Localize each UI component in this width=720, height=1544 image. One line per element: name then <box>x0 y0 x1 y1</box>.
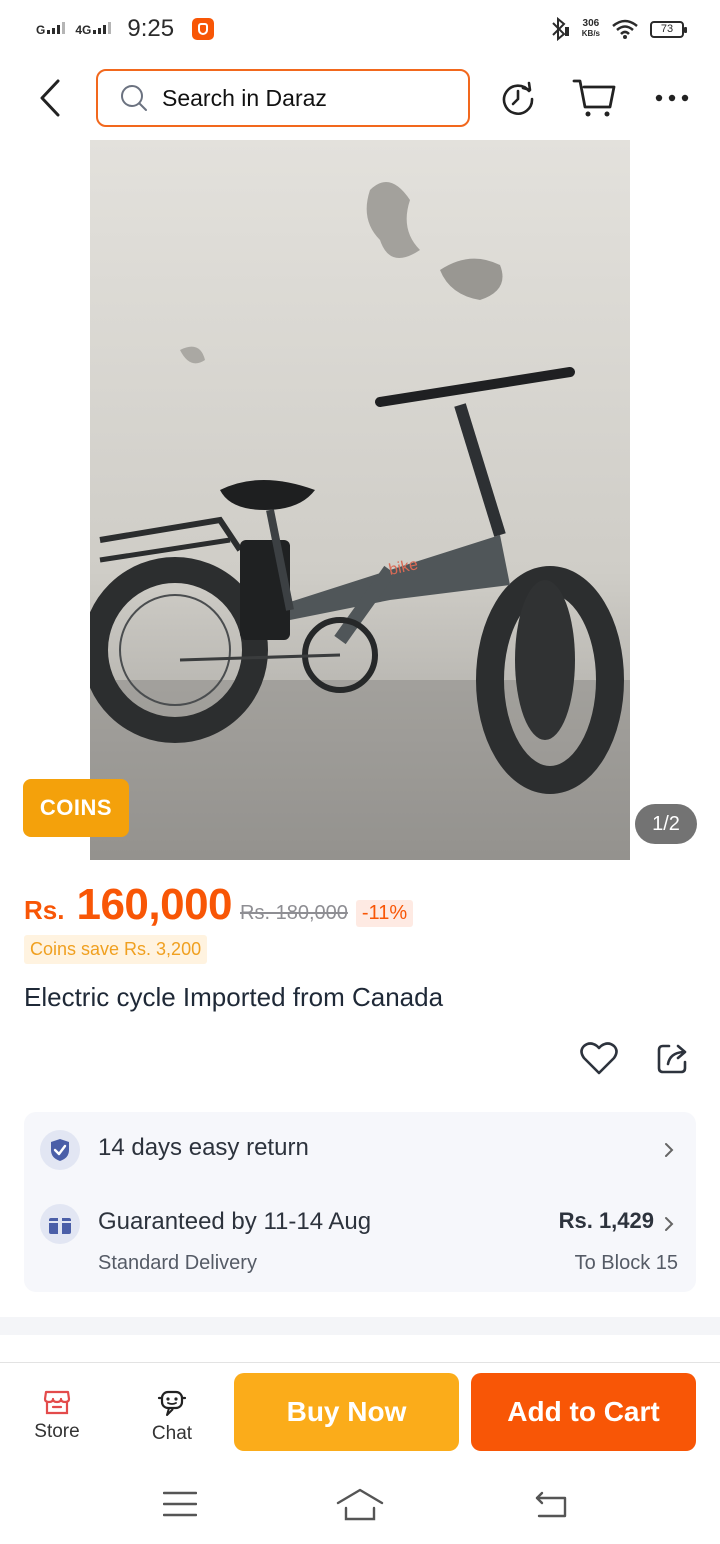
more-icon <box>655 94 689 102</box>
search-icon <box>121 85 147 111</box>
current-price: 160,000 <box>76 880 233 929</box>
chevron-right-icon <box>662 1214 676 1234</box>
product-photo: bike <box>90 140 630 860</box>
store-label: Store <box>34 1421 80 1442</box>
shield-check-icon <box>40 1130 80 1170</box>
heart-icon <box>580 1042 618 1075</box>
image-counter: 1/2 <box>635 804 697 844</box>
share-icon <box>657 1044 687 1074</box>
store-button[interactable]: Store <box>17 1389 97 1443</box>
buy-now-button[interactable]: Buy Now <box>234 1373 459 1451</box>
network-speed: 306 KB/s <box>581 18 600 39</box>
home-nav-button[interactable] <box>335 1482 385 1526</box>
section-divider <box>0 1317 720 1335</box>
price-row: Rs. 160,000 Rs. 180,000 -11% <box>24 880 414 936</box>
product-title: Electric cycle Imported from Canada <box>24 982 444 1012</box>
original-price: Rs. 180,000 <box>240 902 348 924</box>
package-icon <box>40 1204 80 1244</box>
store-icon <box>43 1390 71 1415</box>
chat-button[interactable]: Chat <box>132 1389 212 1445</box>
delivery-price: Rs. 1,429 <box>558 1208 654 1233</box>
top-header: Search in Daraz <box>0 68 720 128</box>
add-to-cart-button[interactable]: Add to Cart <box>471 1373 696 1451</box>
share-button[interactable] <box>653 1038 693 1078</box>
search-input[interactable]: Search in Daraz <box>96 69 470 127</box>
guarantee-text: Guaranteed by 11-14 Aug <box>98 1208 372 1235</box>
status-bar: G 4G 9:25 306 KB/s 73 <box>0 0 720 58</box>
delivery-card: 14 days easy return Guaranteed by 11-14 … <box>24 1112 696 1292</box>
wifi-icon <box>612 19 638 39</box>
battery-indicator: 73 <box>650 20 687 38</box>
menu-icon <box>163 1491 197 1517</box>
chat-label: Chat <box>151 1423 193 1444</box>
delivery-row[interactable]: Guaranteed by 11-14 Aug Standard Deliver… <box>24 1204 696 1274</box>
back-nav-icon <box>535 1491 567 1518</box>
delivery-destination: To Block 15 <box>574 1252 678 1274</box>
currency-label: Rs. <box>24 895 65 925</box>
more-button[interactable] <box>650 76 694 120</box>
return-text: 14 days easy return <box>98 1134 309 1161</box>
back-button[interactable] <box>32 78 68 118</box>
cart-icon <box>572 79 616 117</box>
cart-button[interactable] <box>572 76 616 120</box>
back-nav-button[interactable] <box>524 1482 574 1526</box>
delivery-type: Standard Delivery <box>98 1252 257 1274</box>
back-arrow-icon <box>40 79 60 117</box>
bluetooth-icon <box>552 17 569 41</box>
signal-g: G <box>36 22 66 36</box>
bottom-action-bar: Store Chat Buy Now Add to Cart <box>0 1362 720 1462</box>
clock: 9:25 <box>127 15 175 42</box>
daraz-notification-icon <box>192 18 215 40</box>
system-navigation-bar <box>0 1462 720 1544</box>
coins-save-label: Coins save Rs. 3,200 <box>24 935 208 964</box>
menu-nav-button[interactable] <box>155 1482 205 1526</box>
home-icon <box>336 1488 384 1521</box>
product-image[interactable]: bike <box>90 140 630 860</box>
refresh-icon <box>502 81 534 115</box>
coins-badge: COINS <box>23 779 129 837</box>
wishlist-button[interactable] <box>579 1038 619 1078</box>
signal-4g: 4G <box>75 22 112 36</box>
search-placeholder: Search in Daraz <box>162 84 327 111</box>
history-button[interactable] <box>496 76 540 120</box>
discount-badge: -11% <box>355 900 414 927</box>
chat-icon <box>157 1390 187 1416</box>
chevron-right-icon <box>662 1140 676 1160</box>
return-policy-row[interactable]: 14 days easy return <box>24 1130 696 1170</box>
